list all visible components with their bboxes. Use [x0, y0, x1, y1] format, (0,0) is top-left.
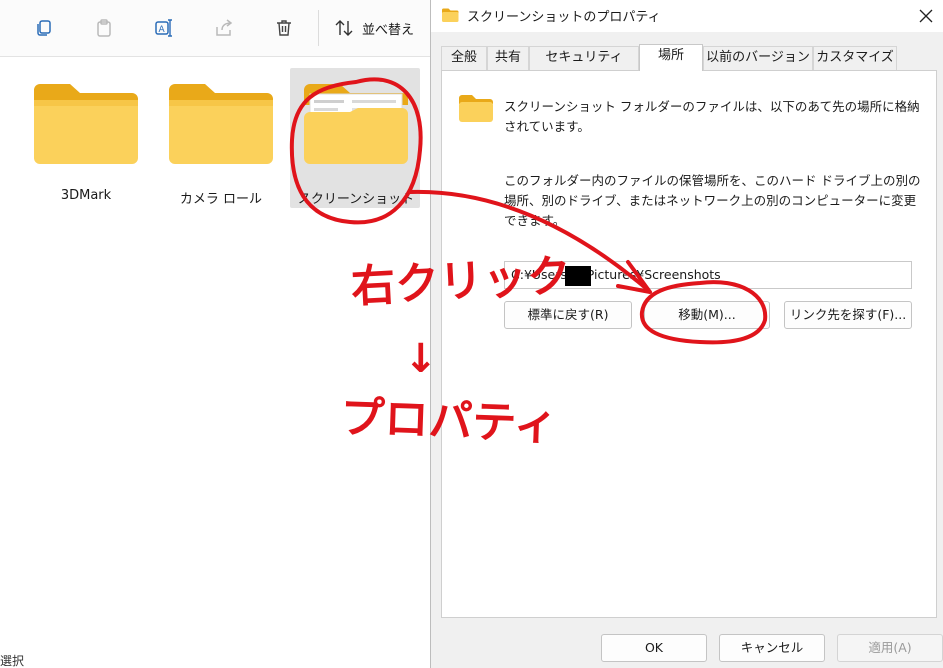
location-path-value: C:¥Users¥ ¥Pictures¥Screenshots: [511, 267, 721, 282]
folder-icon: [169, 84, 273, 164]
copy-button[interactable]: [30, 14, 58, 42]
sort-button[interactable]: 並べ替え: [334, 14, 414, 42]
close-icon: [919, 9, 933, 23]
location-description: スクリーンショット フォルダーのファイルは、以下のあて先の場所に格納されています…: [504, 99, 920, 134]
tab-previous-versions[interactable]: 以前のバージョン: [703, 46, 813, 70]
folder-with-preview-icon: [304, 84, 408, 164]
tab-strip: 全般 共有 セキュリティ 場所 以前のバージョン カスタマイズ: [441, 44, 937, 71]
folder-icon: [34, 84, 138, 164]
paste-icon: [97, 19, 111, 37]
tab-customize[interactable]: カスタマイズ: [813, 46, 897, 70]
move-description: このフォルダー内のファイルの保管場所を、このハード ドライブ上の別の場所、別のド…: [504, 173, 921, 228]
close-button[interactable]: [911, 2, 941, 30]
tab-security[interactable]: セキュリティ: [529, 46, 639, 70]
rename-icon: A: [155, 19, 172, 37]
tab-general[interactable]: 全般: [441, 46, 487, 70]
toolbar-separator: [318, 10, 319, 46]
folder-item-camera-roll[interactable]: カメラ ロール: [155, 68, 287, 208]
ok-button[interactable]: OK: [601, 634, 707, 662]
paste-button[interactable]: [90, 14, 118, 42]
apply-button[interactable]: 適用(A): [837, 634, 943, 662]
share-icon: [216, 19, 233, 36]
location-tab-panel: スクリーンショット フォルダーのファイルは、以下のあて先の場所に格納されています…: [441, 70, 937, 618]
folder-item-screenshots[interactable]: スクリーンショット: [290, 68, 420, 208]
cancel-button[interactable]: キャンセル: [719, 634, 825, 662]
sort-icon: [335, 20, 353, 36]
find-target-button[interactable]: リンク先を探す(F)...: [784, 301, 912, 329]
properties-dialog: スクリーンショットのプロパティ 全般 共有 セキュリティ 場所 以前のバージョン…: [430, 0, 943, 668]
share-button[interactable]: [210, 14, 238, 42]
dialog-titlebar: スクリーンショットのプロパティ: [431, 0, 943, 32]
trash-icon: [277, 20, 291, 36]
tab-location[interactable]: 場所: [639, 44, 703, 71]
item-label: カメラ ロール: [179, 192, 263, 207]
copy-icon: [37, 20, 51, 36]
sort-label: 並べ替え: [362, 22, 415, 38]
item-label: 3DMark: [60, 188, 112, 203]
file-explorer: A 並べ替え 3DMark カメラ ロール スクリーンショット 選択: [0, 0, 430, 668]
delete-button[interactable]: [270, 14, 298, 42]
status-bar-text: 選択: [0, 654, 25, 668]
folder-icon: [442, 8, 459, 22]
svg-text:A: A: [159, 25, 166, 35]
folder-icon: [459, 95, 493, 122]
redaction-block: [565, 266, 591, 286]
move-button[interactable]: 移動(M)...: [644, 301, 770, 329]
command-bar: A 並べ替え: [0, 0, 430, 57]
tab-sharing[interactable]: 共有: [487, 46, 529, 70]
rename-button[interactable]: A: [150, 14, 178, 42]
item-label: スクリーンショット: [297, 192, 415, 207]
restore-default-button[interactable]: 標準に戻す(R): [504, 301, 632, 329]
folder-item-3dmark[interactable]: 3DMark: [20, 68, 152, 208]
location-path-input[interactable]: C:¥Users¥ ¥Pictures¥Screenshots: [504, 261, 912, 289]
dialog-title: スクリーンショットのプロパティ: [467, 10, 661, 25]
